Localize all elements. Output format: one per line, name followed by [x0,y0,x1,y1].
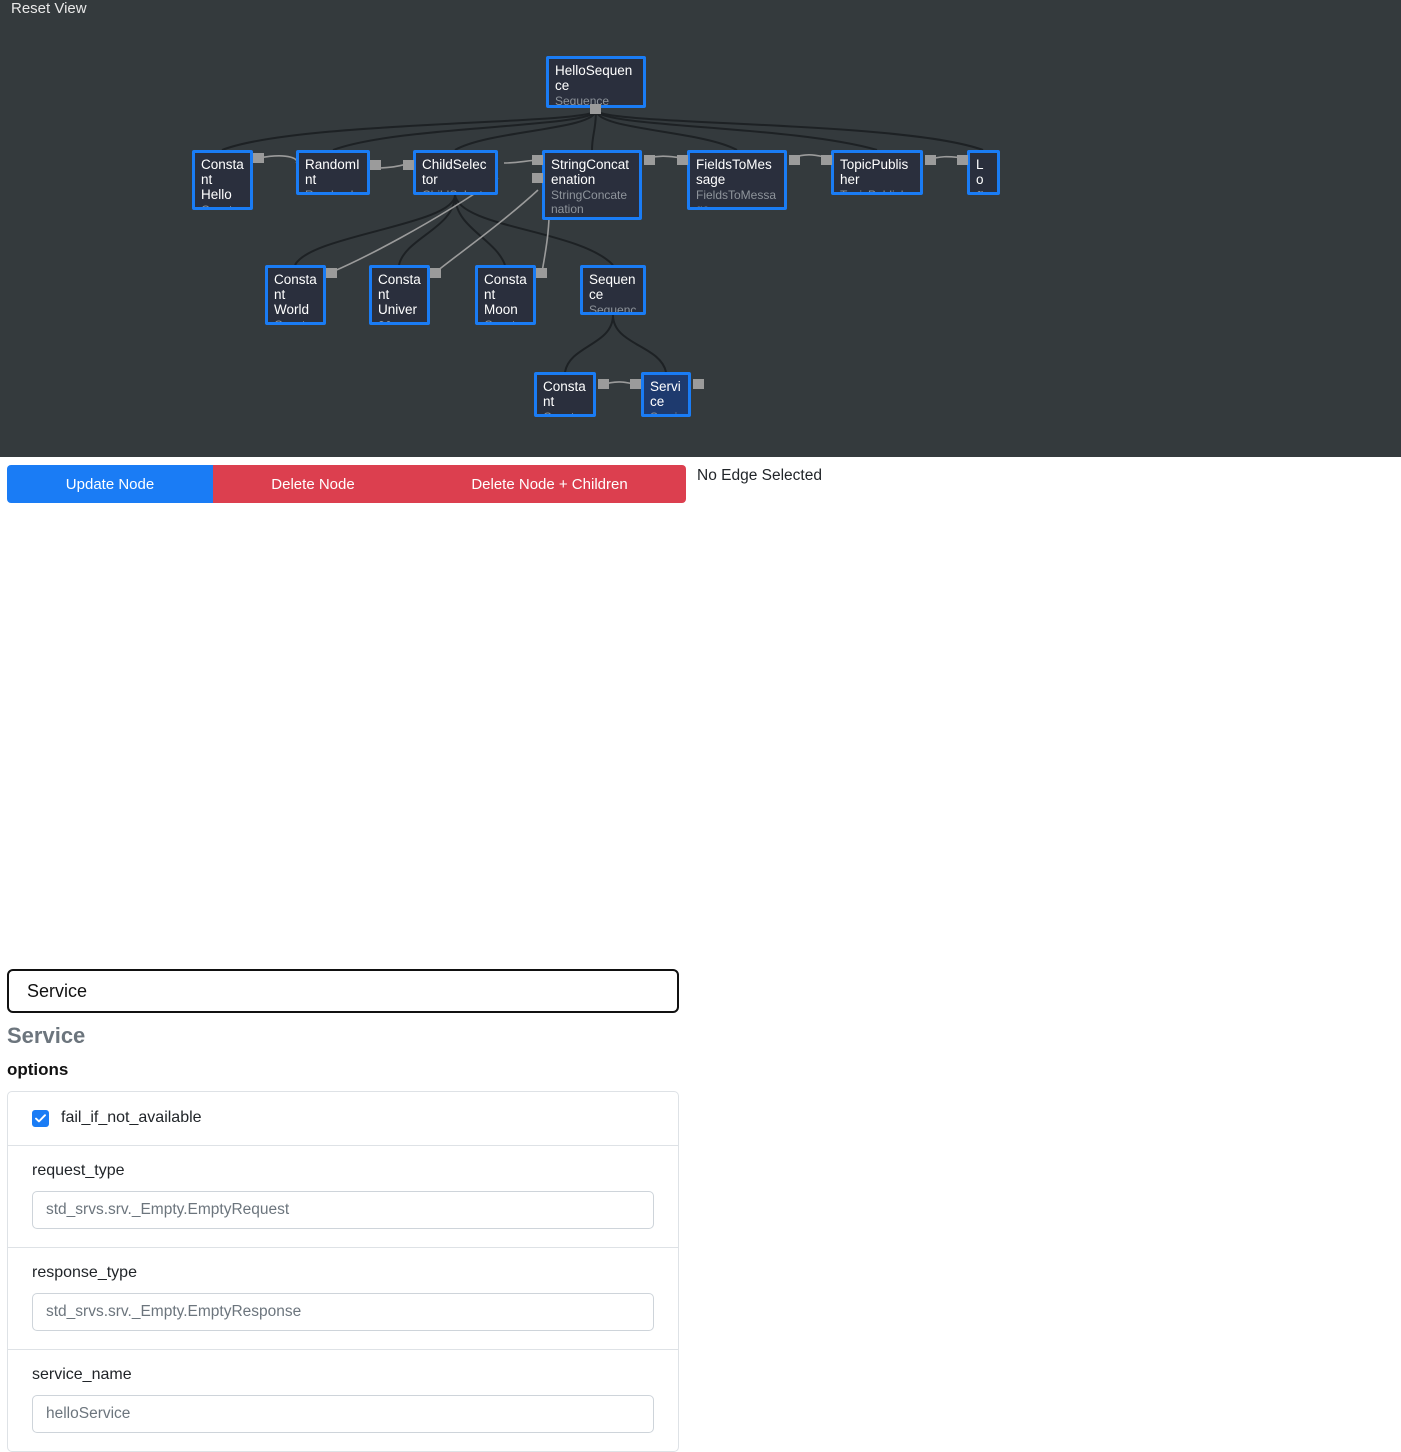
node-title: Constant [543,379,586,409]
node-port[interactable] [925,155,936,165]
options-list: fail_if_not_available request_type respo… [7,1091,679,1452]
response-type-label: response_type [32,1264,137,1281]
node-title: Service [650,379,681,409]
node-constant-moon[interactable]: Constant Moon Constant [475,265,536,325]
option-response-type-row: response_type [8,1248,678,1350]
node-constant-hello[interactable]: Constant Hello Constant [192,150,253,210]
node-title: Constant Hello [201,157,244,202]
options-heading: options [7,1060,69,1079]
node-string-concatenation[interactable]: StringConcatenation StringConcatenation [542,150,642,220]
option-service-name-row: service_name [8,1350,678,1451]
node-type-heading: Service [7,1023,86,1048]
node-constant-universe[interactable]: Constant Universe Constant [369,265,430,325]
no-edge-selected-message: No Edge Selected [697,467,822,484]
node-type: StringConcatenation [551,188,628,216]
node-type: Constant [201,203,240,210]
node-name-input[interactable] [7,969,679,1013]
node-title: StringConcatenation [551,157,630,187]
node-sequence[interactable]: Sequence Sequence [580,265,646,315]
node-title: Constant Moon [484,272,527,317]
node-port[interactable] [693,379,704,389]
node-port[interactable] [430,268,441,278]
node-port[interactable] [644,155,655,165]
node-title: ChildSelector [422,157,487,187]
node-type: ChildSelector [422,188,483,195]
node-type: Service [650,410,678,417]
delete-node-button[interactable]: Delete Node [213,465,413,503]
node-port[interactable] [598,379,609,389]
service-name-label: service_name [32,1366,132,1383]
node-action-buttons: Update Node Delete Node Delete Node + Ch… [7,465,686,503]
node-fields-to-message[interactable]: FieldsToMessage FieldsToMessage [687,150,787,210]
check-icon [35,1113,46,1122]
node-type: FieldsToMessage [696,188,777,210]
option-request-type-row: request_type [8,1146,678,1248]
node-title: Log [976,157,984,195]
node-type: Constant [543,410,582,417]
request-type-label: request_type [32,1162,125,1179]
node-title: FieldsToMessage [696,157,772,187]
node-type: Sequence [589,303,637,315]
node-type: Constant [484,318,523,325]
edge-editor-column: No Edge Selected [697,467,1297,485]
node-hello-sequence[interactable]: HelloSequence Sequence [546,56,646,108]
node-port[interactable] [403,160,414,170]
node-port[interactable] [253,153,264,163]
node-port[interactable] [630,379,641,389]
fail-if-not-available-label: fail_if_not_available [61,1109,202,1126]
node-port[interactable] [821,155,832,165]
node-title: Sequence [589,272,636,302]
node-constant-world[interactable]: Constant World Constant [265,265,326,325]
option-fail-if-not-available-row[interactable]: fail_if_not_available [8,1092,678,1146]
node-child-selector[interactable]: ChildSelector ChildSelector [413,150,498,195]
node-title: HelloSequence [555,63,633,93]
node-title: TopicPublisher [840,157,909,187]
node-port[interactable] [789,155,800,165]
node-port[interactable] [677,155,688,165]
update-node-button[interactable]: Update Node [7,465,213,503]
node-title: Constant Universe [378,272,421,325]
node-editor-column: Update Node Delete Node Delete Node + Ch… [0,457,686,1452]
fail-if-not-available-checkbox[interactable] [32,1109,49,1127]
reset-view-button[interactable]: Reset View [11,0,87,18]
node-topic-publisher[interactable]: TopicPublisher TopicPublisher [831,150,923,195]
response-type-input[interactable] [32,1293,654,1331]
node-type: RandomInt [305,188,361,195]
node-service[interactable]: Service Service [641,372,691,417]
request-type-input[interactable] [32,1191,654,1229]
delete-node-and-children-button[interactable]: Delete Node + Children [413,465,686,503]
node-port[interactable] [532,173,543,183]
editor-panel: Update Node Delete Node Delete Node + Ch… [0,457,1401,1452]
node-constant-bottom[interactable]: Constant Constant [534,372,596,417]
node-title: Constant World [274,272,317,317]
node-port[interactable] [532,155,543,165]
node-type: Constant [274,318,313,325]
node-port[interactable] [590,104,601,114]
node-type: TopicPublisher [840,188,908,195]
node-random-int[interactable]: RandomInt RandomInt [296,150,370,195]
node-port[interactable] [957,155,968,165]
service-name-input[interactable] [32,1395,654,1433]
node-title: RandomInt [305,157,360,187]
behavior-tree-canvas[interactable]: Reset View HelloSequence Sequence Consta… [0,0,1401,457]
node-log[interactable]: Log Log [967,150,1000,195]
node-port[interactable] [370,160,381,170]
node-port[interactable] [536,268,547,278]
node-port[interactable] [326,268,337,278]
